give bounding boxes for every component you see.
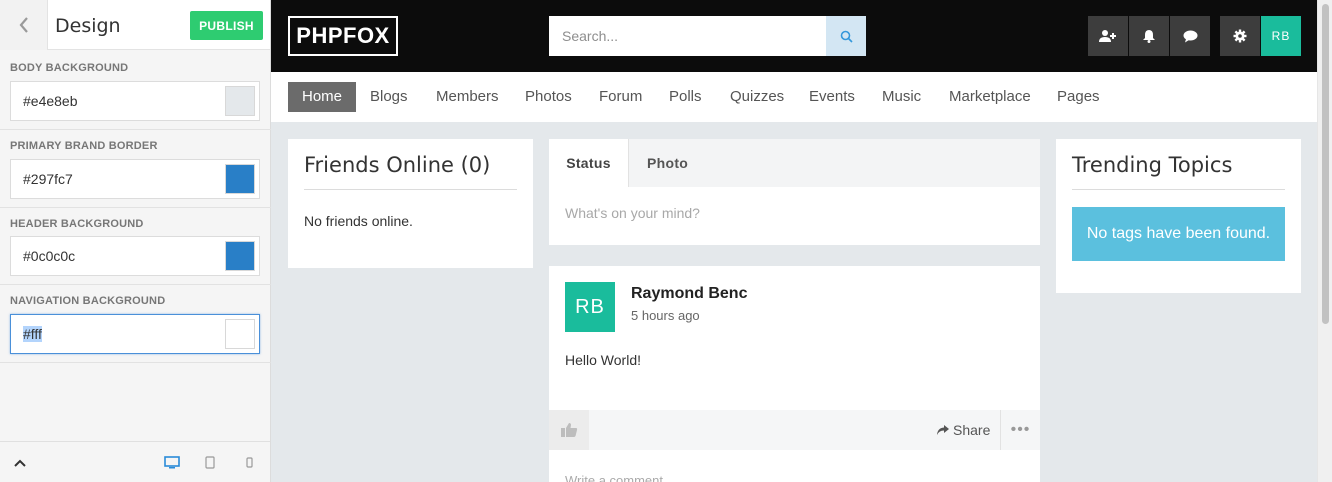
customizer-title: Design [55, 15, 121, 37]
nav-item-polls[interactable]: Polls [669, 82, 702, 112]
share-icon [937, 425, 949, 435]
more-options-button[interactable]: ••• [1000, 410, 1040, 450]
tab-photo[interactable]: Photo [647, 139, 688, 187]
feed-actions-bar: Share ••• [549, 410, 1040, 450]
site-header: PHPFOX RB [271, 0, 1317, 72]
status-composer: Status Photo [549, 139, 1040, 245]
nav-item-events[interactable]: Events [809, 82, 855, 112]
site-logo[interactable]: PHPFOX [288, 16, 398, 56]
search-icon [840, 30, 853, 43]
friends-online-title: Friends Online (0) [304, 153, 491, 177]
mobile-preview-icon[interactable] [246, 456, 253, 469]
header-background-value: #0c0c0c [23, 248, 76, 264]
bell-icon [1143, 30, 1155, 43]
search-input[interactable] [549, 16, 827, 56]
nav-item-home[interactable]: Home [288, 82, 357, 112]
field-divider [0, 284, 271, 285]
body-background-label: BODY BACKGROUND [10, 62, 129, 74]
settings-button[interactable] [1220, 16, 1260, 56]
header-background-field[interactable]: #0c0c0c [10, 236, 260, 276]
body-background-value: #e4e8eb [23, 93, 78, 109]
trending-topics-card: Trending Topics No tags have been found. [1056, 139, 1301, 293]
header-background-label: HEADER BACKGROUND [10, 218, 144, 230]
nav-item-forum[interactable]: Forum [599, 82, 642, 112]
feed-author[interactable]: Raymond Benc [631, 285, 747, 303]
add-friend-button[interactable] [1088, 16, 1128, 56]
status-input[interactable] [565, 205, 1025, 221]
feed-item: RB Raymond Benc 5 hours ago Hello World!… [549, 266, 1040, 482]
collapse-up-icon[interactable] [14, 459, 26, 467]
field-divider [0, 129, 271, 130]
primary-brand-border-swatch[interactable] [225, 164, 255, 194]
customizer-panel: Design PUBLISH BODY BACKGROUND #e4e8eb P… [0, 0, 271, 482]
thumbs-up-icon [561, 423, 578, 437]
tab-status[interactable]: Status [549, 139, 629, 187]
customizer-footer [0, 441, 270, 482]
body-background-swatch[interactable] [225, 86, 255, 116]
field-divider [0, 207, 271, 208]
navigation-background-swatch[interactable] [225, 319, 255, 349]
friends-empty-text: No friends online. [304, 213, 413, 229]
publish-button[interactable]: PUBLISH [190, 11, 263, 40]
notifications-button[interactable] [1129, 16, 1169, 56]
trending-topics-title: Trending Topics [1072, 153, 1233, 177]
nav-item-marketplace[interactable]: Marketplace [949, 82, 1031, 112]
primary-brand-border-value: #297fc7 [23, 171, 73, 187]
nav-item-quizzes[interactable]: Quizzes [730, 82, 784, 112]
tags-empty-alert: No tags have been found. [1072, 207, 1285, 261]
page-scrollbar[interactable] [1317, 0, 1332, 482]
share-label: Share [953, 422, 991, 438]
card-divider [1072, 189, 1285, 190]
primary-brand-border-label: PRIMARY BRAND BORDER [10, 140, 158, 152]
nav-item-pages[interactable]: Pages [1057, 82, 1100, 112]
nav-item-photos[interactable]: Photos [525, 82, 572, 112]
navigation-background-value: #fff [23, 326, 42, 342]
nav-item-members[interactable]: Members [436, 82, 499, 112]
share-button[interactable]: Share [936, 422, 990, 438]
card-divider [304, 189, 517, 190]
like-button[interactable] [549, 410, 589, 450]
header-background-swatch[interactable] [225, 241, 255, 271]
site-preview: PHPFOX RB Home Blogs Members Photos Foru… [271, 0, 1317, 482]
main-nav: Home Blogs Members Photos Forum Polls Qu… [271, 72, 1317, 122]
search-button[interactable] [826, 16, 866, 56]
comment-input[interactable] [565, 473, 1025, 482]
tablet-preview-icon[interactable] [205, 456, 215, 469]
back-button[interactable] [0, 0, 48, 50]
feed-text: Hello World! [565, 352, 641, 368]
gear-icon [1233, 29, 1247, 43]
messages-button[interactable] [1170, 16, 1210, 56]
navigation-background-field[interactable]: #fff [10, 314, 260, 354]
avatar[interactable]: RB [565, 282, 615, 332]
chat-icon [1183, 30, 1197, 42]
user-avatar-button[interactable]: RB [1261, 16, 1301, 56]
navigation-background-label: NAVIGATION BACKGROUND [10, 295, 166, 307]
friends-online-card: Friends Online (0) No friends online. [288, 139, 533, 268]
scrollbar-thumb[interactable] [1322, 4, 1329, 324]
chevron-left-icon [19, 17, 28, 33]
feed-timestamp[interactable]: 5 hours ago [631, 308, 700, 323]
primary-brand-border-field[interactable]: #297fc7 [10, 159, 260, 199]
body-background-field[interactable]: #e4e8eb [10, 81, 260, 121]
desktop-preview-icon[interactable] [164, 456, 180, 469]
field-divider [0, 362, 271, 363]
composer-tabs: Status Photo [549, 139, 1040, 187]
add-friend-icon [1099, 30, 1116, 42]
nav-item-music[interactable]: Music [882, 82, 921, 112]
customizer-header: Design PUBLISH [0, 0, 270, 50]
nav-item-blogs[interactable]: Blogs [370, 82, 408, 112]
